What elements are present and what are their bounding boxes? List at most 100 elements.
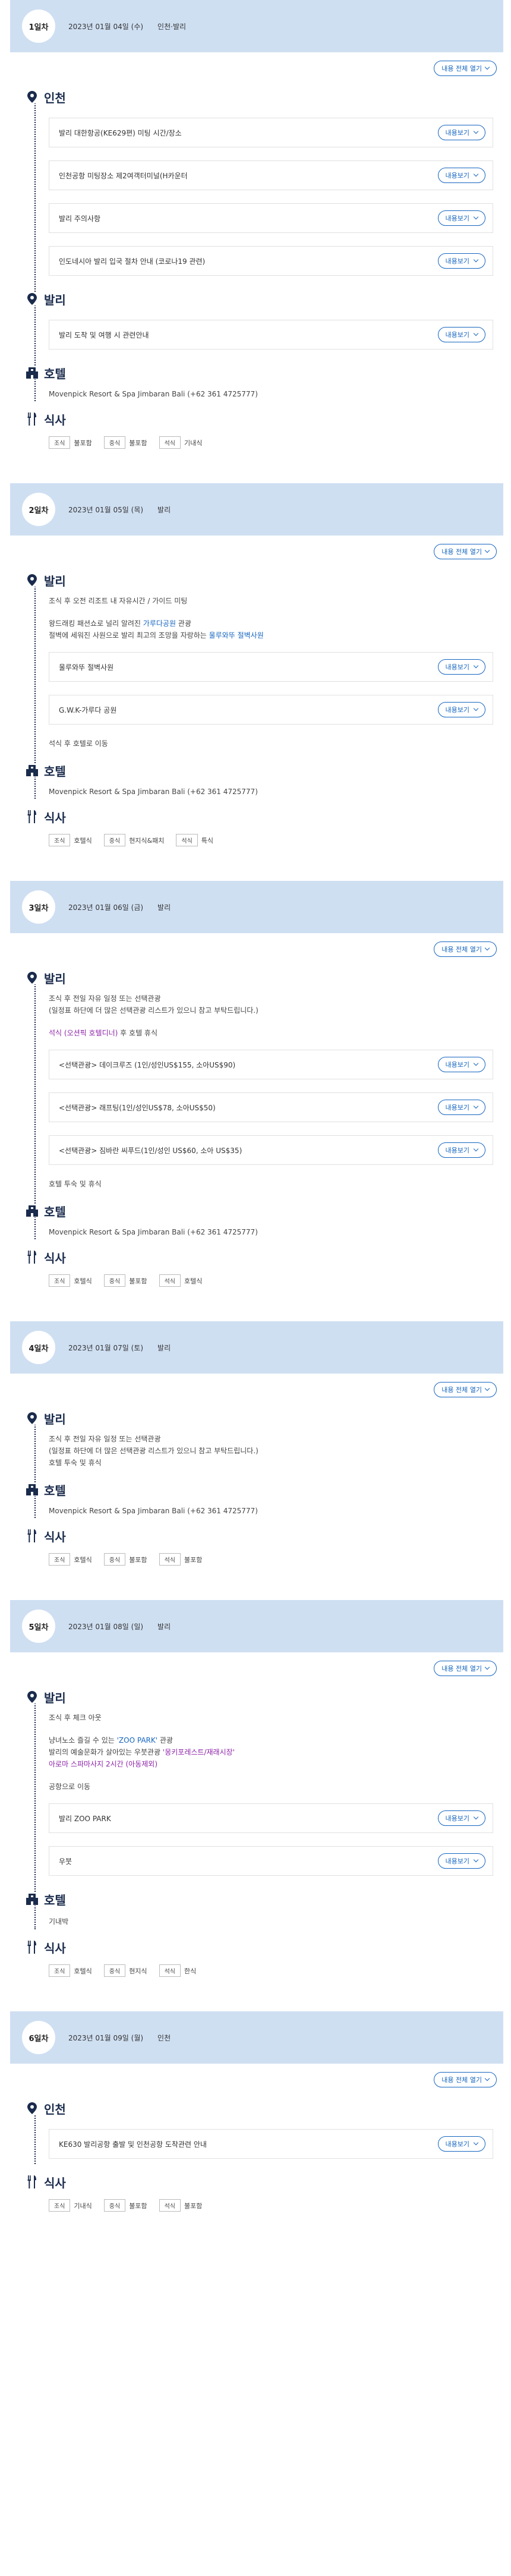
view-more-button[interactable]: 내용보기 bbox=[437, 253, 485, 269]
section-title: 식사 bbox=[44, 1251, 66, 1265]
section-bali: 발리 조식 후 오전 리조트 내 자유시간 / 가이드 미팅 왕드래킹 패션쇼로… bbox=[26, 570, 493, 750]
fork-knife-icon bbox=[26, 412, 38, 426]
meal-list: 조식 기내식 중식 불포함 석식 불포함 bbox=[49, 2199, 493, 2212]
expand-all-button[interactable]: 내용 전체 열기 bbox=[434, 1661, 497, 1676]
hotel-name: Movenpick Resort & Spa Jimbaran Bali (+6… bbox=[49, 1507, 258, 1515]
day-badge: 3일차 bbox=[22, 890, 55, 924]
section-title: 호텔 bbox=[44, 1892, 66, 1907]
hotel-name: Movenpick Resort & Spa Jimbaran Bali (+6… bbox=[49, 390, 258, 398]
day-date: 2023년 01월 04일 (수) bbox=[68, 22, 144, 31]
meal-value: 호텔식 bbox=[74, 1277, 92, 1285]
meal-list: 조식 호텔식 중식 현지식&패치 석식 특식 bbox=[49, 834, 493, 846]
list-item: 발리 ZOO PARK 내용보기 bbox=[49, 1803, 493, 1833]
itinerary-text: 조식 후 전일 자유 일정 또는 선택관광 (일정표 하단에 더 많은 선택관광 … bbox=[49, 1435, 258, 1467]
chevron-down-icon bbox=[484, 547, 490, 553]
section-hotel: 호텔 Movenpick Resort & Spa Jimbaran Bali … bbox=[26, 1479, 493, 1515]
section-hotel: 호텔 기내박 bbox=[26, 1889, 493, 1926]
day-header: 2일차 2023년 01월 05일 (목) 발리 bbox=[10, 483, 503, 536]
section-hotel: 호텔 Movenpick Resort & Spa Jimbaran Bali … bbox=[26, 363, 493, 398]
day-4: 4일차 2023년 01월 07일 (토) 발리 내용 전체 열기 발리 조식 … bbox=[0, 1321, 511, 1566]
section-meal: 식사 조식 호텔식 중식 불포함 석식 불포함 bbox=[26, 1526, 493, 1566]
meal-value: 한식 bbox=[184, 1967, 197, 1975]
meal-tag: 중식 bbox=[103, 2199, 126, 2212]
section-incheon: 인천 KE630 발리공항 출발 및 인천공항 도착관련 안내 내용보기 bbox=[26, 2098, 493, 2159]
itinerary-text: 조식 후 체크 아웃 bbox=[49, 1714, 102, 1722]
section-bali: 발리 조식 후 전일 자유 일정 또는 선택관광 (일정표 하단에 더 많은 선택… bbox=[26, 1408, 493, 1469]
view-more-button[interactable]: 내용보기 bbox=[437, 210, 485, 226]
hotel-name: Movenpick Resort & Spa Jimbaran Bali (+6… bbox=[49, 788, 258, 796]
fork-knife-icon bbox=[26, 810, 38, 823]
chevron-down-icon bbox=[473, 663, 479, 669]
meal-tag: 조식 bbox=[49, 1964, 71, 1977]
hotel-building-icon bbox=[26, 1892, 38, 1906]
view-more-button[interactable]: 내용보기 bbox=[437, 659, 485, 675]
view-more-button[interactable]: 내용보기 bbox=[437, 327, 485, 342]
chevron-down-icon bbox=[473, 1814, 479, 1820]
meal-tag: 조식 bbox=[49, 1274, 71, 1287]
day-2: 2일차 2023년 01월 05일 (목) 발리 내용 전체 열기 발리 조식 … bbox=[0, 483, 511, 846]
list-item: 울루와뚜 절벽사원 내용보기 bbox=[49, 652, 493, 682]
list-item: G.W.K-가루다 공원 내용보기 bbox=[49, 695, 493, 725]
expand-all-button[interactable]: 내용 전체 열기 bbox=[434, 544, 497, 559]
itinerary-text: 냥녀노소 즐길 수 있는 'ZOO PARK' 관광 발리의 예술문화가 살아있는… bbox=[49, 1736, 235, 1768]
section-title: 발리 bbox=[44, 574, 66, 588]
expand-all-button[interactable]: 내용 전체 열기 bbox=[434, 1382, 497, 1397]
meal-value: 불포함 bbox=[129, 2202, 147, 2210]
meal-list: 조식 불포함 중식 불포함 석식 기내식 bbox=[49, 436, 493, 449]
section-hotel: 호텔 Movenpick Resort & Spa Jimbaran Bali … bbox=[26, 1201, 493, 1236]
day-badge: 4일차 bbox=[22, 1331, 55, 1364]
day-date: 2023년 01월 09일 (월) bbox=[68, 2033, 144, 2042]
meal-tag: 중식 bbox=[103, 1964, 126, 1977]
section-title: 식사 bbox=[44, 1529, 66, 1544]
meal-value: 불포함 bbox=[184, 1555, 203, 1564]
itinerary-text: 조식 후 오전 리조트 내 자유시간 / 가이드 미팅 bbox=[49, 597, 188, 605]
location-pin-icon bbox=[26, 292, 38, 306]
meal-value: 호텔식 bbox=[74, 1555, 92, 1564]
itinerary-text: 석식 (오션픽 호텔디너) 후 호텔 휴식 bbox=[49, 1029, 158, 1037]
meal-tag: 중식 bbox=[103, 834, 126, 846]
view-more-button[interactable]: 내용보기 bbox=[437, 1100, 485, 1115]
day-6: 6일차 2023년 01월 09일 (월) 인천 내용 전체 열기 인천 KE6… bbox=[0, 2011, 511, 2212]
day-date: 2023년 01월 06일 (금) bbox=[68, 903, 144, 912]
section-bali: 발리 조식 후 체크 아웃 냥녀노소 즐길 수 있는 'ZOO PARK' 관광… bbox=[26, 1687, 493, 1876]
list-item: 인도네시아 발리 입국 절차 안내 (코로나19 관련) 내용보기 bbox=[49, 246, 493, 276]
hotel-building-icon bbox=[26, 1204, 38, 1217]
section-bali: 발리 조식 후 전일 자유 일정 또는 선택관광 (일정표 하단에 더 많은 선택… bbox=[26, 968, 493, 1190]
view-more-button[interactable]: 내용보기 bbox=[437, 1057, 485, 1072]
meal-tag: 조식 bbox=[49, 2199, 71, 2212]
section-meal: 식사 조식 호텔식 중식 현지식 석식 한식 bbox=[26, 1937, 493, 1977]
chevron-down-icon bbox=[484, 2076, 490, 2081]
fork-knife-icon bbox=[26, 1529, 38, 1542]
section-title: 호텔 bbox=[44, 1483, 66, 1498]
view-more-button[interactable]: 내용보기 bbox=[437, 168, 485, 183]
chevron-down-icon bbox=[473, 214, 479, 220]
meal-value: 호텔식 bbox=[74, 1967, 92, 1975]
section-title: 발리 bbox=[44, 971, 66, 986]
view-more-button[interactable]: 내용보기 bbox=[437, 125, 485, 140]
expand-all-button[interactable]: 내용 전체 열기 bbox=[434, 941, 497, 957]
view-more-button[interactable]: 내용보기 bbox=[437, 2136, 485, 2152]
day-header: 5일차 2023년 01월 08일 (일) 발리 bbox=[10, 1600, 503, 1652]
itinerary-text: 공항으로 이동 bbox=[49, 1783, 91, 1791]
meal-value: 불포함 bbox=[74, 439, 92, 447]
day-badge: 1일차 bbox=[22, 10, 55, 43]
section-title: 식사 bbox=[44, 1941, 66, 1955]
view-more-button[interactable]: 내용보기 bbox=[437, 1142, 485, 1158]
list-item: <선택관광> 래프팅(1인/성인US$78, 소아US$50) 내용보기 bbox=[49, 1092, 493, 1122]
chevron-down-icon bbox=[473, 171, 479, 177]
meal-list: 조식 호텔식 중식 불포함 석식 호텔식 bbox=[49, 1274, 493, 1287]
view-more-button[interactable]: 내용보기 bbox=[437, 702, 485, 717]
chevron-down-icon bbox=[473, 330, 479, 336]
location-pin-icon bbox=[26, 1412, 38, 1425]
expand-all-button[interactable]: 내용 전체 열기 bbox=[434, 61, 497, 76]
section-title: 식사 bbox=[44, 810, 66, 825]
meal-tag: 조식 bbox=[49, 436, 71, 449]
view-more-button[interactable]: 내용보기 bbox=[437, 1853, 485, 1869]
day-3: 3일차 2023년 01월 06일 (금) 발리 내용 전체 열기 발리 조식 … bbox=[0, 881, 511, 1287]
list-item: KE630 발리공항 출발 및 인천공항 도착관련 안내 내용보기 bbox=[49, 2129, 493, 2159]
location-pin-icon bbox=[26, 574, 38, 587]
view-more-button[interactable]: 내용보기 bbox=[437, 1810, 485, 1826]
expand-all-button[interactable]: 내용 전체 열기 bbox=[434, 2072, 497, 2087]
list-item: 인천공항 미팅장소 제2여객터미널(H카운터 내용보기 bbox=[49, 160, 493, 190]
meal-tag: 조식 bbox=[49, 834, 71, 846]
